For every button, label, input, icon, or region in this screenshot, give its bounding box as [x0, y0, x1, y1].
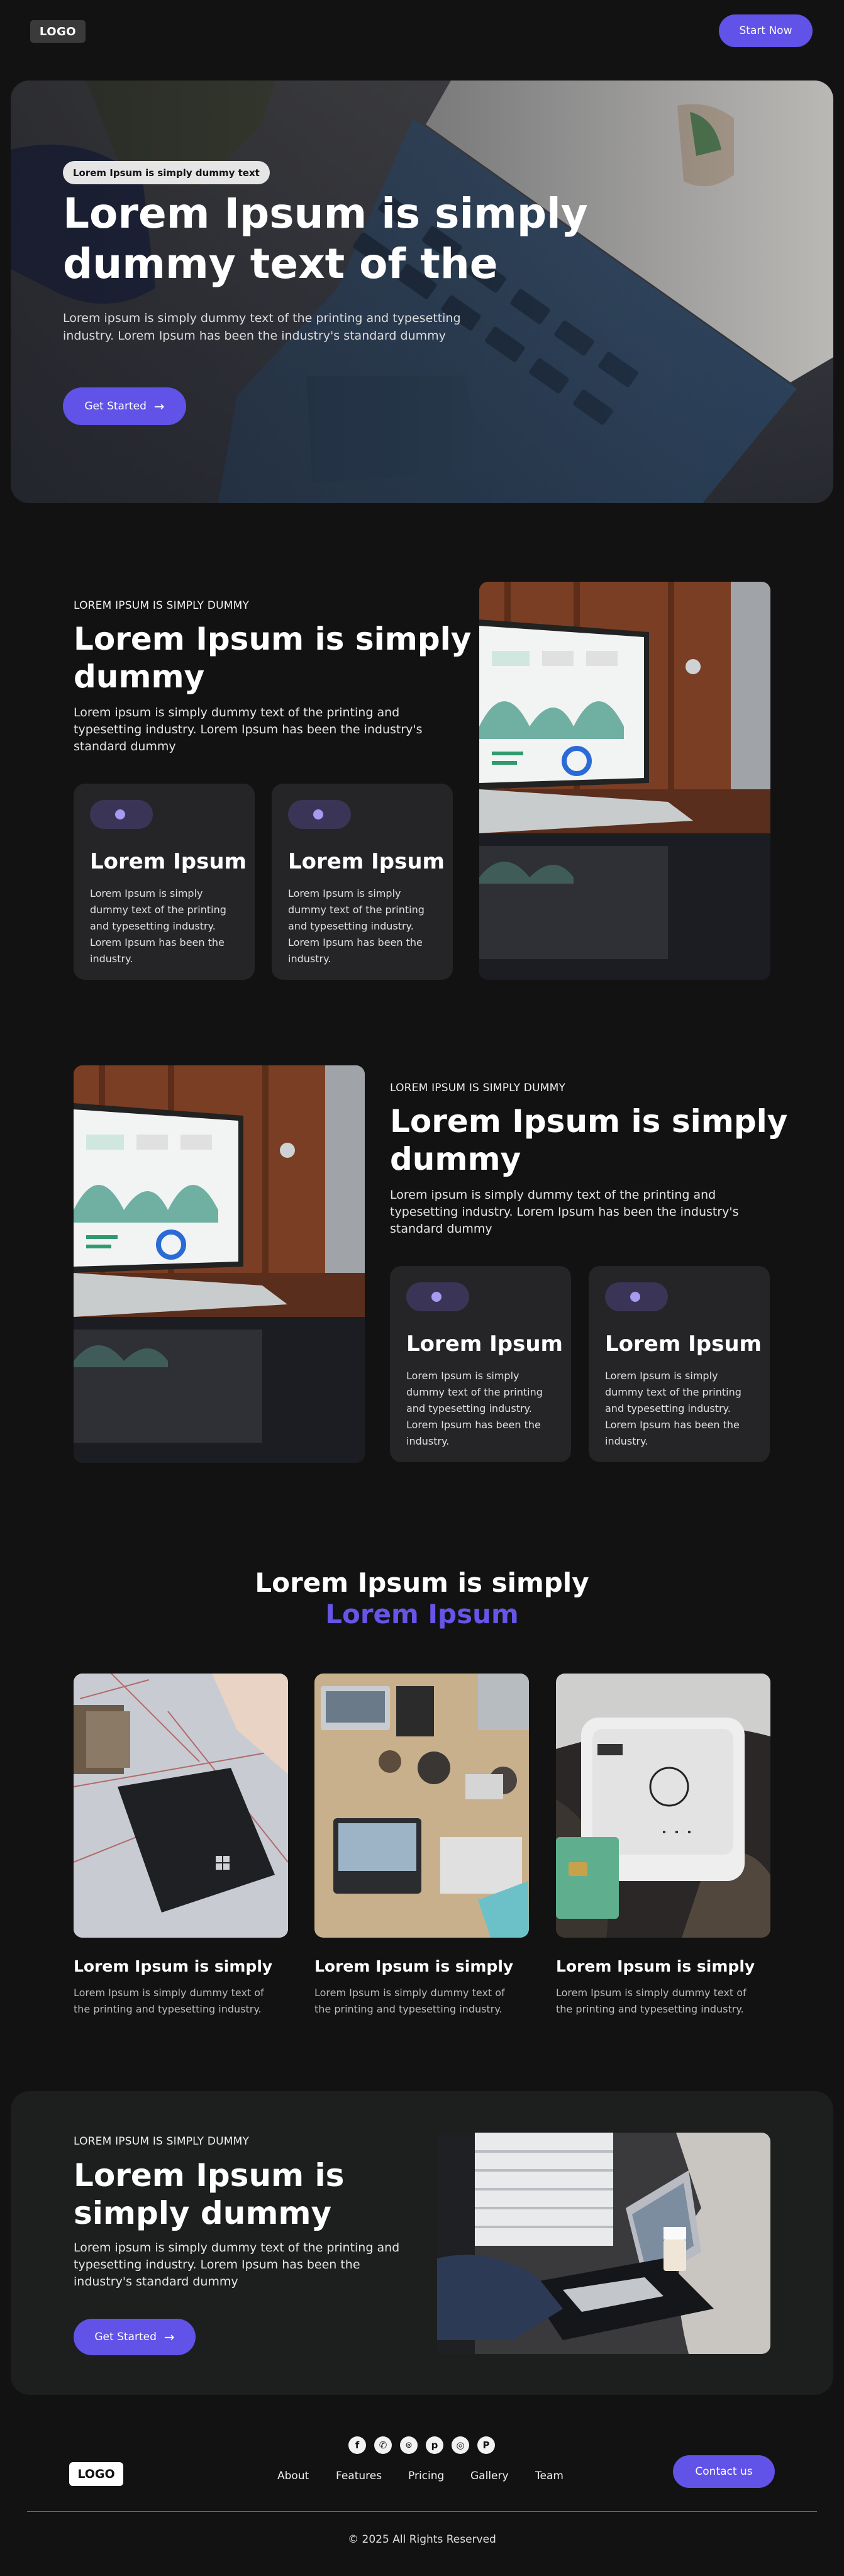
instagram-icon[interactable]: ◎	[452, 2436, 469, 2454]
card-pill	[90, 800, 153, 829]
card-title: Lorem Ipsum	[90, 849, 247, 874]
github-icon[interactable]: ⌾	[400, 2436, 418, 2454]
header-logo[interactable]: LOGO	[30, 20, 86, 43]
section1-card-2: Lorem Ipsum Lorem Ipsum is simply dummy …	[272, 784, 453, 980]
section2-title: Lorem Ipsum is simply dummy	[390, 1103, 788, 1177]
footer-link-features[interactable]: Features	[336, 2470, 382, 2482]
cta-section: LOREM IPSUM IS SIMPLY DUMMY Lorem Ipsum …	[11, 2091, 833, 2395]
card-pill	[406, 1282, 469, 1311]
card-title: Lorem Ipsum	[288, 849, 445, 874]
section1-title: Lorem Ipsum is simply dummy	[74, 621, 472, 695]
section2-description: Lorem ipsum is simply dummy text of the …	[390, 1188, 739, 1236]
section2-eyebrow: LOREM IPSUM IS SIMPLY DUMMY	[390, 1082, 566, 1094]
dot-icon	[630, 1292, 640, 1302]
section2-card-2: Lorem Ipsum Lorem Ipsum is simply dummy …	[589, 1266, 770, 1462]
section1-laptop-analytics-image	[479, 582, 770, 980]
card-text: Lorem Ipsum is simply dummy text of the …	[90, 887, 226, 965]
dot-icon	[431, 1292, 441, 1302]
gallery-item-2-text: Lorem Ipsum is simply dummy text of the …	[314, 1987, 505, 2015]
section1-description: Lorem ipsum is simply dummy text of the …	[74, 706, 423, 753]
arrow-right-icon: →	[164, 2329, 175, 2345]
footer-link-about[interactable]: About	[277, 2470, 309, 2482]
card-title: Lorem Ipsum	[605, 1331, 762, 1357]
hero-button-label: Get Started	[84, 400, 147, 413]
dot-icon	[313, 809, 323, 819]
card-pill	[288, 800, 351, 829]
gallery-title-accent: Lorem Ipsum	[325, 1599, 519, 1629]
gallery-image-team-desk	[314, 1674, 529, 1938]
footer-logo[interactable]: LOGO	[69, 2462, 123, 2486]
gallery-item-2-title: Lorem Ipsum is simply	[314, 1957, 514, 1975]
section2-card-1: Lorem Ipsum Lorem Ipsum is simply dummy …	[390, 1266, 571, 1462]
card-pill	[605, 1282, 668, 1311]
hero-overlay	[11, 80, 833, 503]
footer-link-gallery[interactable]: Gallery	[470, 2470, 509, 2482]
cta-button-label: Get Started	[94, 2331, 157, 2343]
hero-title: Lorem Ipsum is simply dummy text of the	[63, 189, 588, 288]
arrow-right-icon: →	[153, 399, 165, 414]
card-text: Lorem Ipsum is simply dummy text of the …	[605, 1370, 741, 1447]
dot-icon	[115, 809, 125, 819]
start-now-button[interactable]: Start Now	[719, 14, 813, 47]
cta-title: Lorem Ipsum is simply dummy	[74, 2157, 345, 2231]
hero-badge: Lorem Ipsum is simply dummy text	[63, 161, 270, 184]
facebook-icon[interactable]: f	[348, 2436, 366, 2454]
card-text: Lorem Ipsum is simply dummy text of the …	[406, 1370, 543, 1447]
gallery-item-1-title: Lorem Ipsum is simply	[74, 1957, 273, 1975]
section2-laptop-analytics-image	[74, 1065, 365, 1463]
gallery-item-3-text: Lorem Ipsum is simply dummy text of the …	[556, 1987, 747, 2015]
card-title: Lorem Ipsum	[406, 1331, 563, 1357]
copyright-text: © 2025 All Rights Reserved	[348, 2533, 496, 2546]
pinterest-icon[interactable]: p	[426, 2436, 443, 2454]
cta-laptop-meeting-image	[437, 2133, 770, 2354]
footer-link-pricing[interactable]: Pricing	[408, 2470, 444, 2482]
card-text: Lorem Ipsum is simply dummy text of the …	[288, 887, 425, 965]
hero-banner: Lorem Ipsum is simply dummy text Lorem I…	[11, 80, 833, 503]
whatsapp-icon[interactable]: ✆	[374, 2436, 392, 2454]
gallery-image-card-reader	[556, 1674, 770, 1938]
gallery-item-1-text: Lorem Ipsum is simply dummy text of the …	[74, 1987, 264, 2015]
site-header: LOGO Start Now	[0, 0, 844, 62]
section1-eyebrow: LOREM IPSUM IS SIMPLY DUMMY	[74, 599, 250, 612]
footer-link-team[interactable]: Team	[535, 2470, 564, 2482]
pinterest-alt-icon[interactable]: P	[477, 2436, 495, 2454]
cta-eyebrow: LOREM IPSUM IS SIMPLY DUMMY	[74, 2135, 250, 2148]
cta-description: Lorem ipsum is simply dummy text of the …	[74, 2241, 400, 2289]
contact-us-button[interactable]: Contact us	[673, 2455, 775, 2488]
hero-get-started-button[interactable]: Get Started →	[63, 387, 186, 425]
footer-divider	[27, 2511, 817, 2512]
gallery-image-tablet-on-map	[74, 1674, 288, 1938]
gallery-title: Lorem Ipsum is simply	[255, 1567, 589, 1598]
cta-get-started-button[interactable]: Get Started →	[74, 2319, 196, 2355]
section1-card-1: Lorem Ipsum Lorem Ipsum is simply dummy …	[74, 784, 255, 980]
gallery-item-3-title: Lorem Ipsum is simply	[556, 1957, 755, 1975]
hero-description: Lorem ipsum is simply dummy text of the …	[63, 311, 461, 343]
